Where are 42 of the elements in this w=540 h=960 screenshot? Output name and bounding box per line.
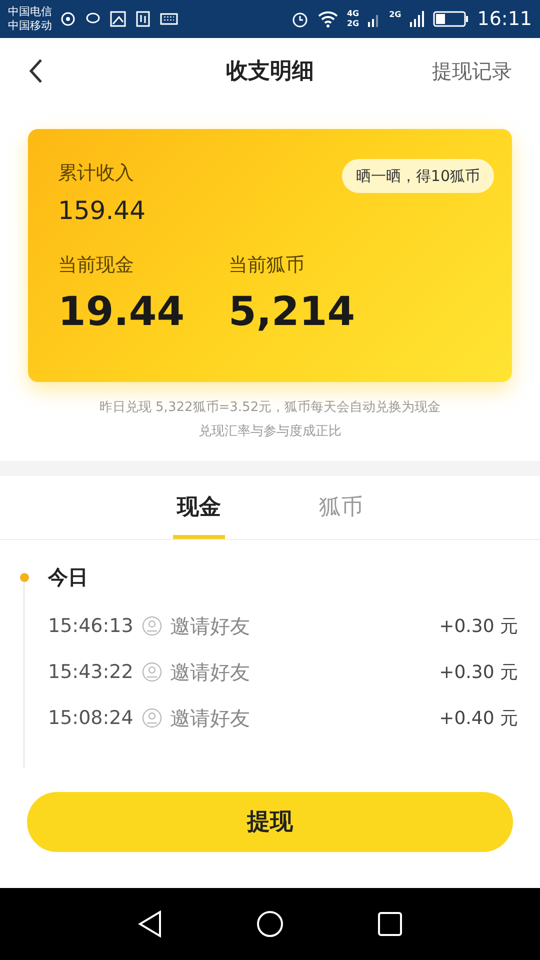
record-title: 邀请好友 [170,705,250,732]
wifi-icon [316,10,339,28]
hotspot-icon [60,11,76,27]
record-title: 邀请好友 [170,613,250,640]
exchange-note: 兑现汇率与参与度成正比 [198,422,342,440]
record-amount: +0.30 元 [439,660,518,684]
person-icon [142,708,162,728]
withdraw-button[interactable]: 提现 [27,792,513,852]
recents-nav-icon[interactable] [377,911,404,937]
keyboard-icon [160,13,178,25]
record-title: 邀请好友 [170,659,250,686]
exchange-note: 昨日兑现 5,322狐币=3.52元，狐币每天会自动兑换为现金 [99,399,441,417]
person-icon [142,616,162,636]
tab[interactable]: 现金 [173,476,225,539]
battery-icon [433,10,470,28]
clock-time: 16:11 [477,6,532,32]
carrier-name: 中国电信 [8,5,52,19]
share-button[interactable]: 晒一晒，得10狐币 [342,159,494,193]
page-title: 收支明细 [226,58,314,86]
day-heading: 今日 [48,564,88,591]
record-amount: +0.40 元 [439,706,518,730]
balance-value: 5,214 [228,288,356,336]
balance-label: 当前狐币 [228,253,306,278]
image-icon [110,11,126,27]
record-amount: +0.30 元 [439,614,518,638]
balance-label: 当前现金 [58,253,135,278]
carrier-name: 中国移动 [8,19,52,33]
total-income-label: 累计收入 [58,161,134,186]
network-type-label: 2G [389,8,402,21]
network-type-label: 2G [346,19,360,29]
back-nav-icon[interactable] [136,910,163,938]
total-income-value: 159.44 [58,194,146,226]
record-time: 15:43:22 [48,660,134,685]
record-time: 15:46:13 [48,614,134,639]
record-time: 15:08:24 [48,706,134,731]
balance-value: 19.44 [58,288,185,336]
alarm-clock-icon [290,10,309,28]
home-nav-icon[interactable] [256,910,284,938]
network-type-label: 4G [346,9,360,19]
person-icon [142,662,162,682]
signal-icon [409,10,426,28]
withdrawal-history-link[interactable]: 提现记录 [432,56,512,86]
